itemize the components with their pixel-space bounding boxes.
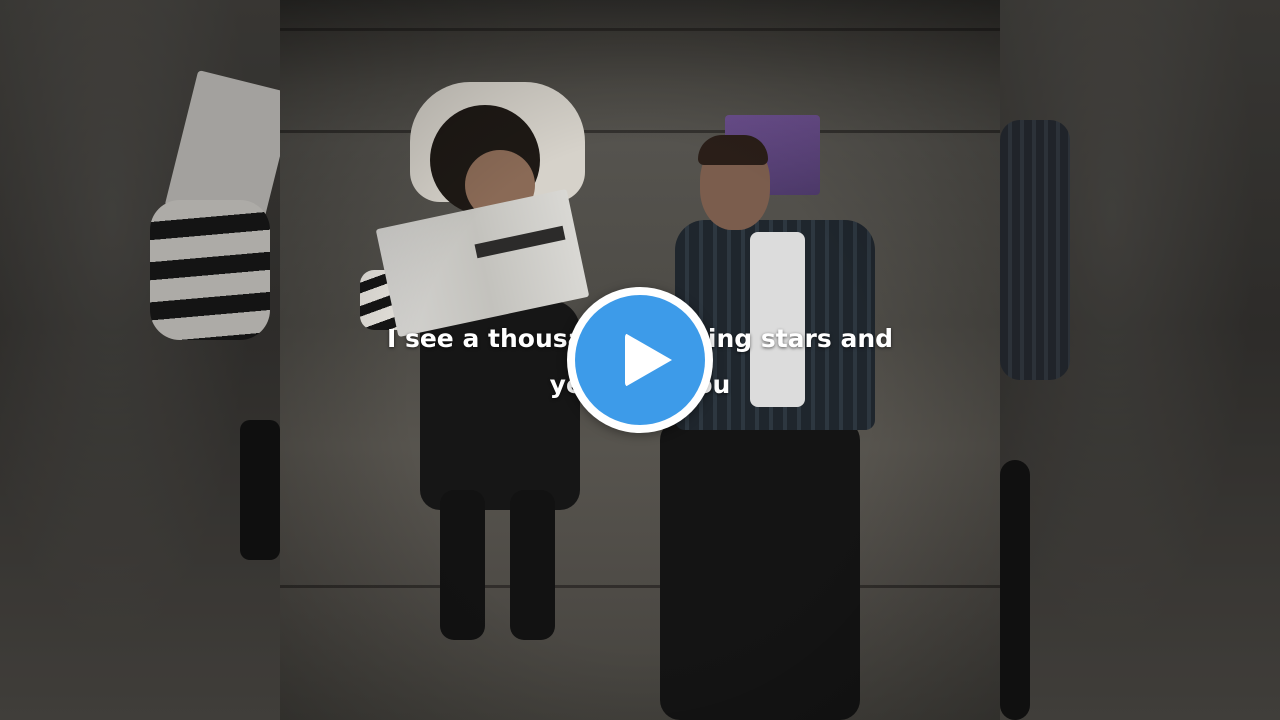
video-player[interactable]: I see a thousand shooting stars and yet … [0, 0, 1280, 720]
blurred-background-right [1000, 0, 1280, 720]
blurred-background-left [0, 0, 296, 720]
play-icon [625, 333, 672, 387]
play-button[interactable] [567, 287, 713, 433]
